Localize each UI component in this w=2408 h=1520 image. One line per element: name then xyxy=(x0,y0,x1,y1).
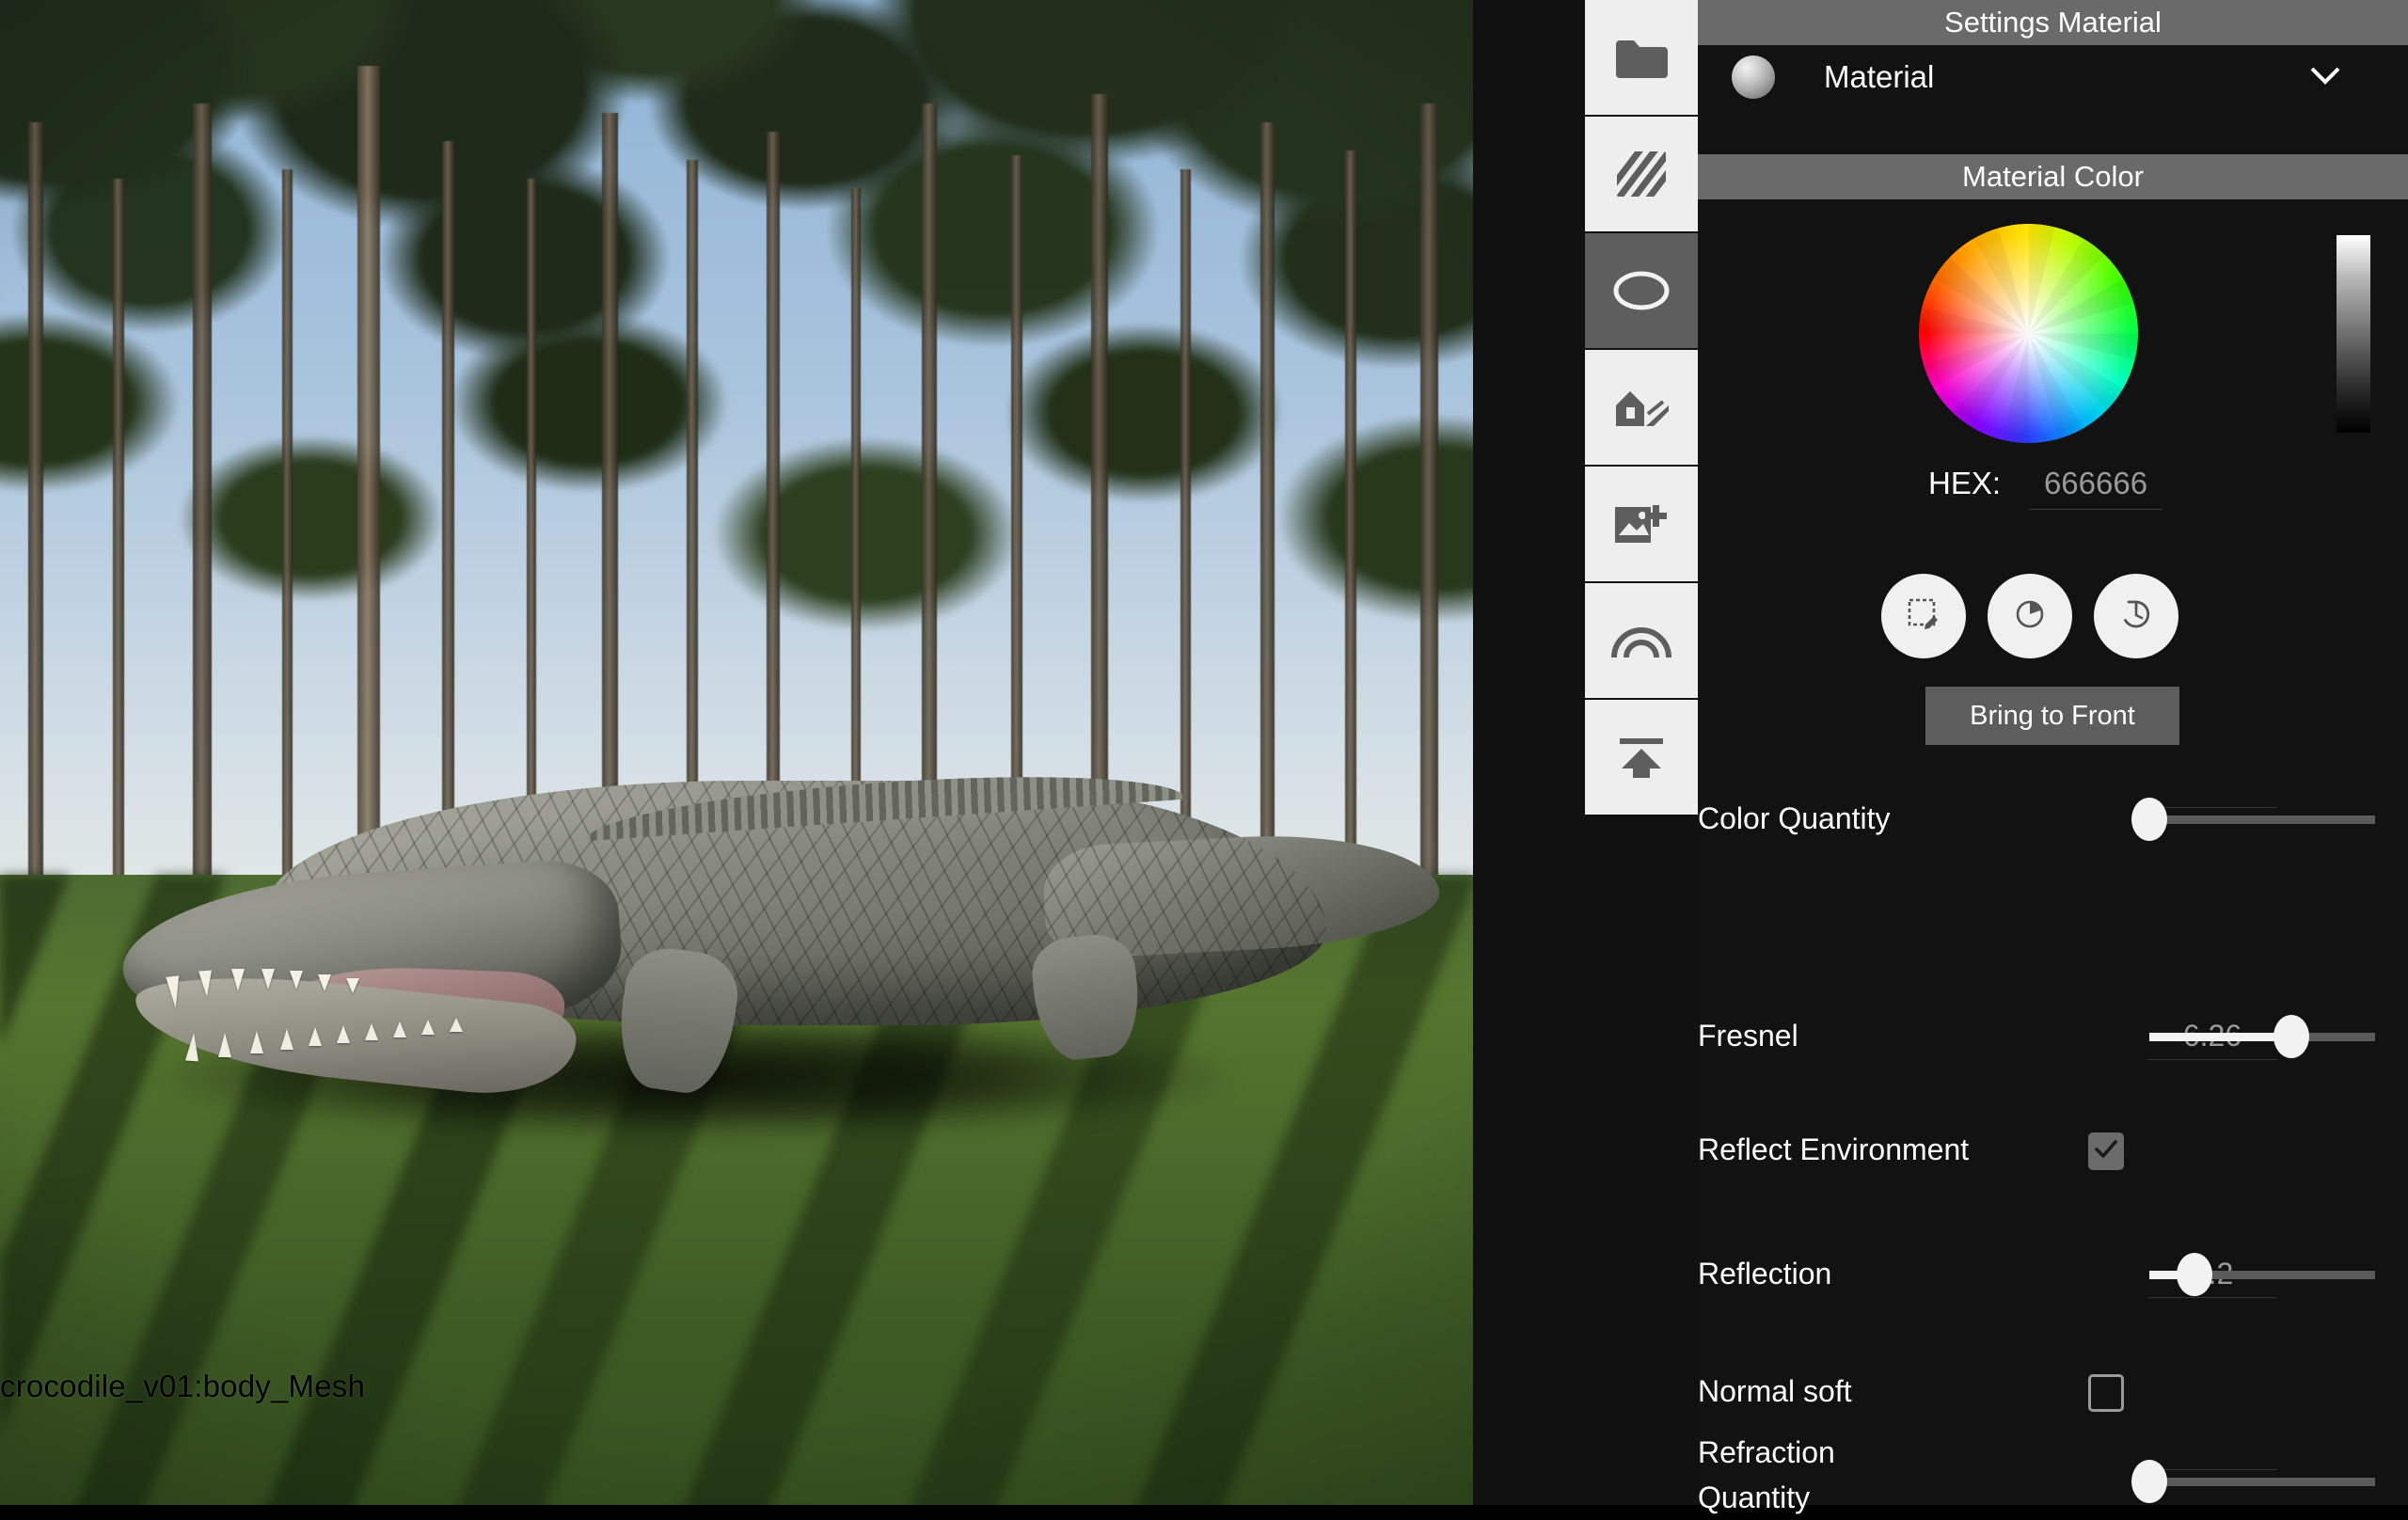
rail-item-environment[interactable] xyxy=(1585,350,1698,465)
normal-soft-label: Normal soft xyxy=(1698,1374,1852,1408)
rail-item-curve[interactable] xyxy=(1585,583,1698,698)
bring-to-front-button[interactable] xyxy=(2094,574,2178,658)
vignette-overlay xyxy=(0,0,1473,1505)
texture-icon xyxy=(1615,150,1668,198)
material-name: Material xyxy=(1824,59,1935,94)
pie-clock-icon xyxy=(2012,596,2048,637)
check-icon xyxy=(2094,1139,2118,1164)
hex-input[interactable]: 666666 xyxy=(2029,466,2162,510)
refraction-quantity-label-line1: Refraction xyxy=(1698,1435,1835,1469)
rail-item-texture[interactable] xyxy=(1585,117,1698,231)
environment-icon xyxy=(1610,383,1672,432)
pick-color-button[interactable] xyxy=(1881,574,1966,658)
refraction-quantity-label-line2: Quantity xyxy=(1698,1480,1811,1514)
rail-item-material[interactable] xyxy=(1585,233,1698,348)
brightness-gradient-bar[interactable] xyxy=(2337,235,2370,433)
selection-label: crocodile_v01:body_Mesh xyxy=(0,1369,365,1403)
history-restore-icon xyxy=(2117,596,2155,637)
reflection-slider[interactable] xyxy=(2149,1253,2375,1296)
render-viewport[interactable]: crocodile_v01:body_Mesh xyxy=(0,0,1473,1505)
normal-soft-checkbox[interactable] xyxy=(2088,1374,2124,1412)
rail-item-add-image[interactable] xyxy=(1585,467,1698,581)
material-color-title: Material Color xyxy=(1698,154,2408,199)
refraction-quantity-slider[interactable] xyxy=(2131,1460,2375,1503)
material-selector[interactable]: Material xyxy=(1698,45,2408,109)
tooltip: Bring to Front xyxy=(1925,687,2179,745)
reflection-label: Reflection xyxy=(1698,1257,1832,1290)
hex-row: HEX: 666666 xyxy=(1698,466,2408,516)
opacity-button[interactable] xyxy=(1988,574,2072,658)
folder-icon xyxy=(1613,35,1670,80)
fresnel-slider[interactable] xyxy=(2149,1015,2375,1058)
fresnel-label: Fresnel xyxy=(1698,1019,1798,1053)
reflect-environment-checkbox[interactable] xyxy=(2088,1132,2124,1170)
add-image-icon xyxy=(1611,499,1671,548)
export-icon xyxy=(1613,733,1670,782)
color-quantity-slider[interactable] xyxy=(2131,798,2375,841)
hex-label: HEX: xyxy=(1928,466,2002,500)
material-icon xyxy=(1610,267,1672,314)
panel-gutter xyxy=(1473,0,1586,1505)
curve-icon xyxy=(1610,620,1672,661)
reflect-environment-label: Reflect Environment xyxy=(1698,1132,1970,1166)
material-sphere-icon xyxy=(1732,55,1775,99)
tool-rail xyxy=(1585,0,1698,1505)
color-quantity-label: Color Quantity xyxy=(1698,801,1891,835)
rail-item-folder[interactable] xyxy=(1585,0,1698,115)
chevron-down-icon[interactable] xyxy=(2308,64,2342,91)
marquee-pencil-icon xyxy=(1906,596,1941,637)
rail-item-export[interactable] xyxy=(1585,700,1698,815)
panel-title: Settings Material xyxy=(1698,0,2408,45)
color-wheel[interactable] xyxy=(1919,224,2138,443)
